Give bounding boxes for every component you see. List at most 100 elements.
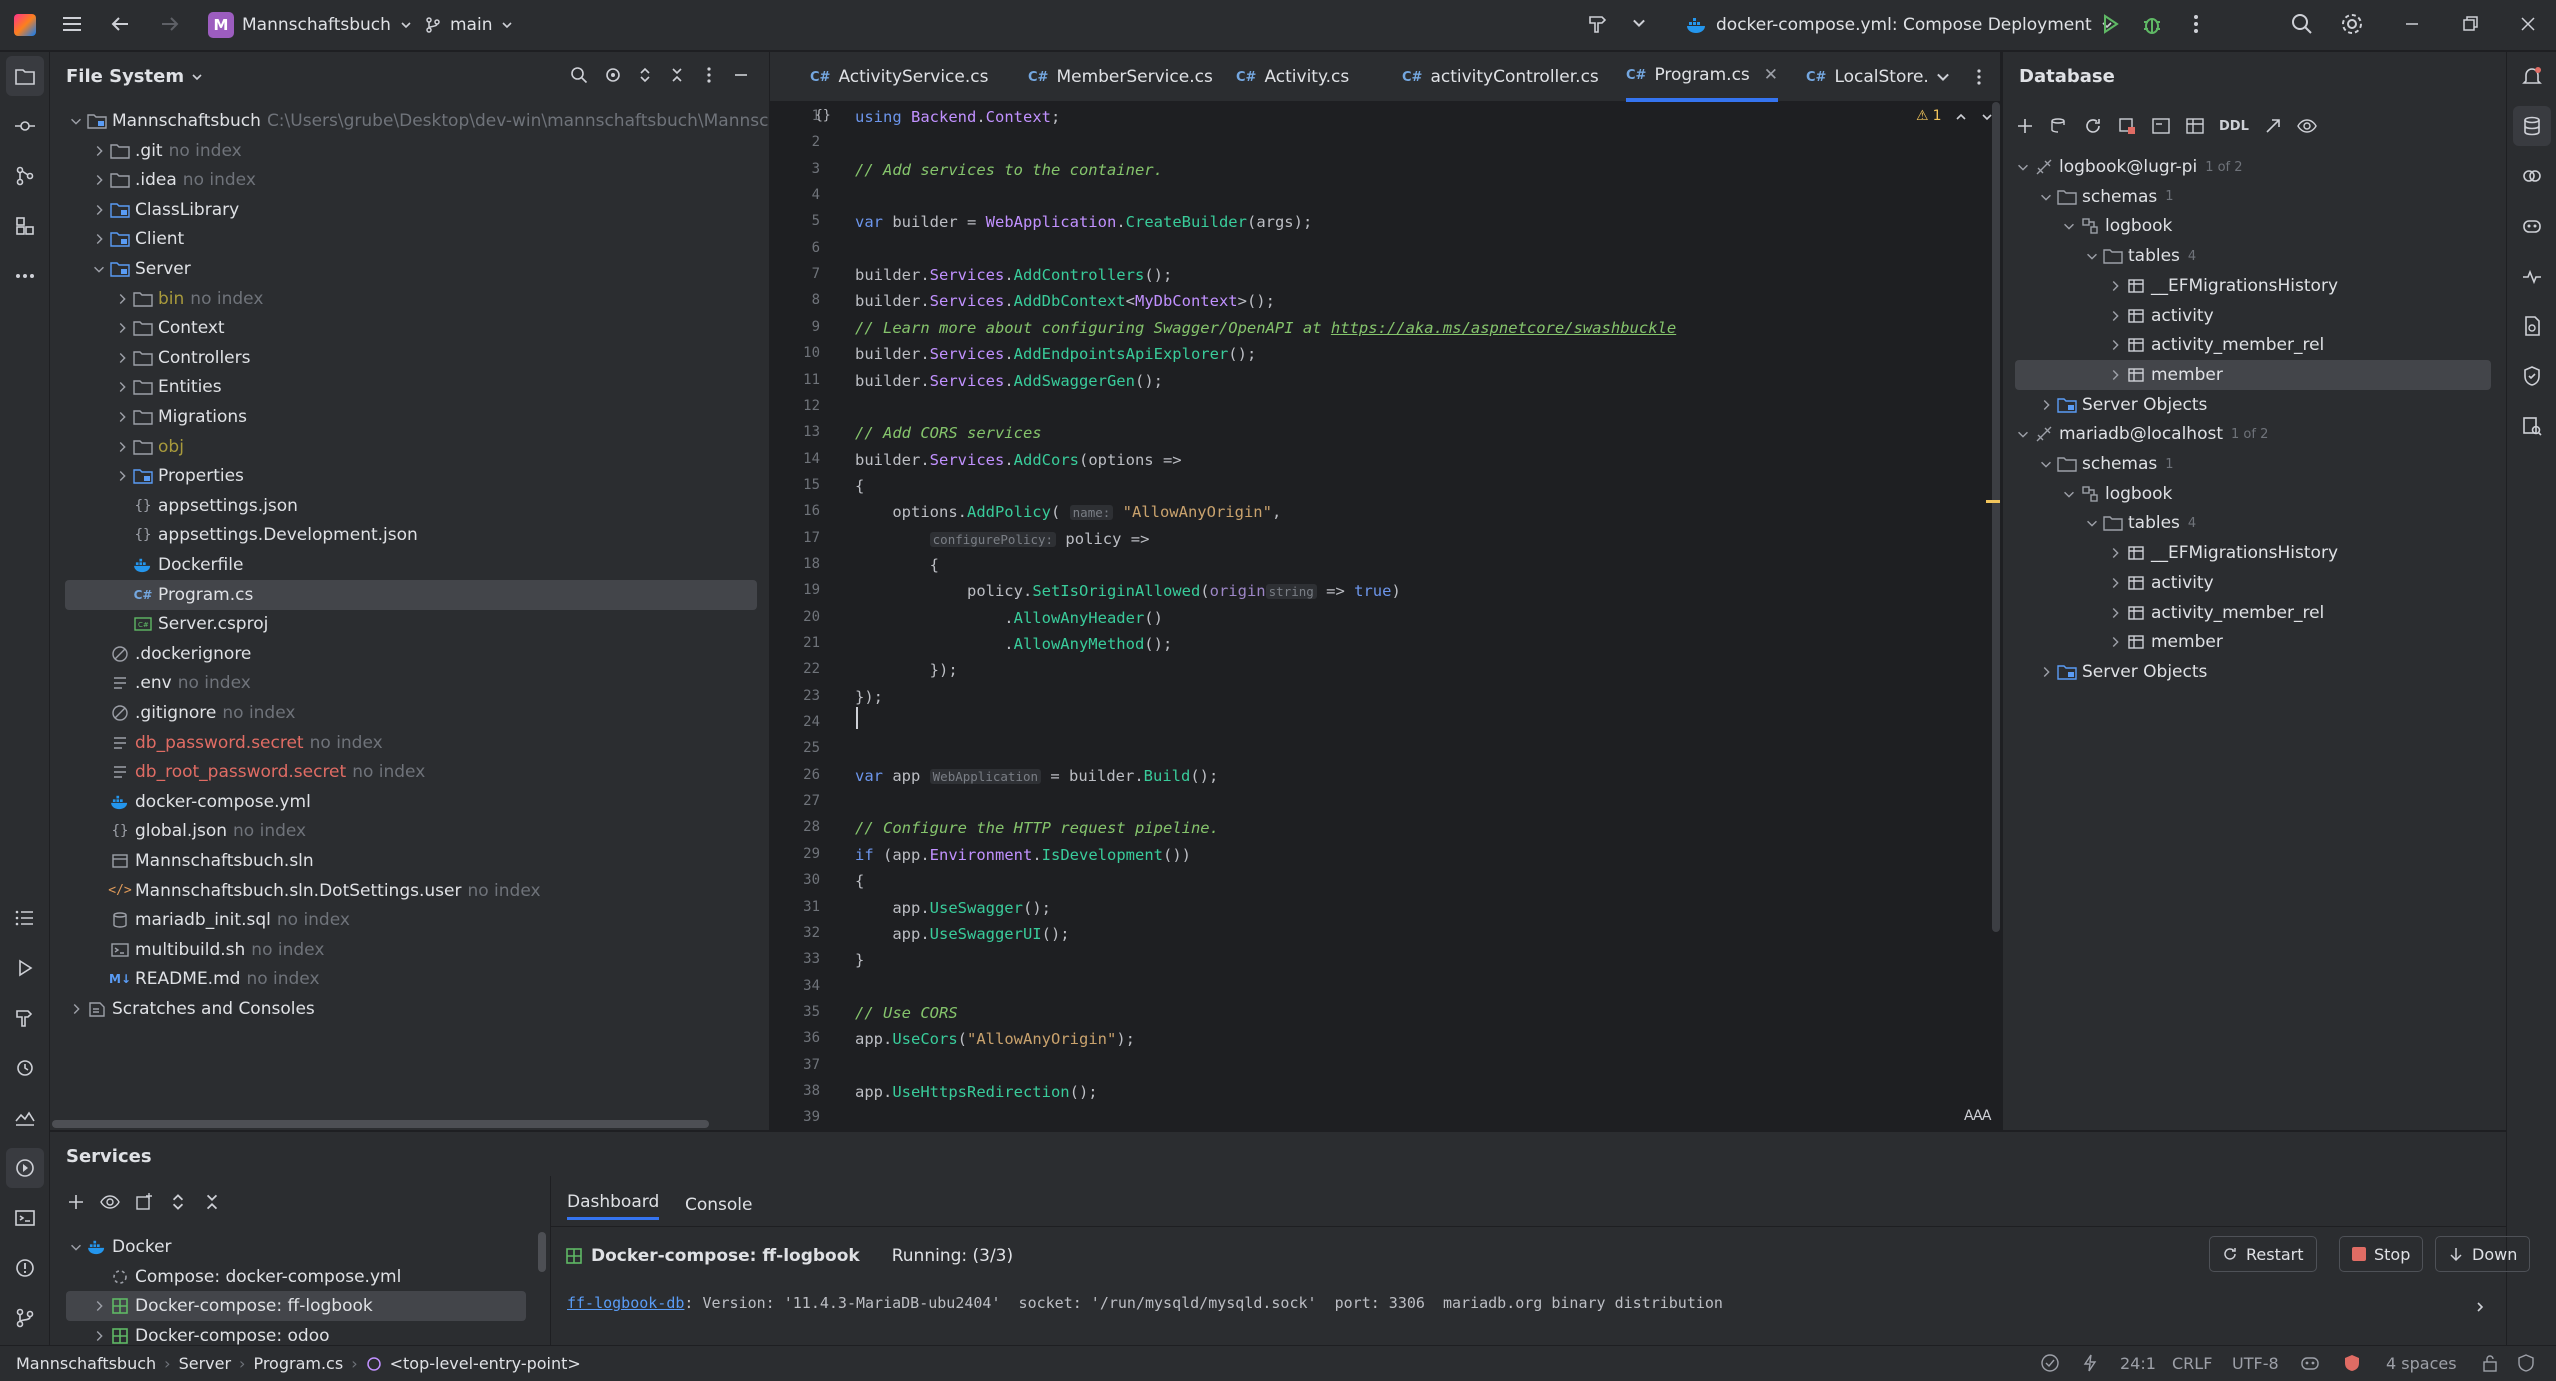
file-tree-row[interactable]: Entities [50, 372, 769, 402]
options-more-icon[interactable] [700, 66, 718, 84]
warning-indicator[interactable]: ⚠ 1 [1916, 108, 1941, 124]
chevron-right-icon[interactable] [112, 348, 132, 368]
chevron-right-icon[interactable] [89, 1326, 109, 1346]
service-tree-row[interactable]: Compose: docker-compose.yml [50, 1262, 540, 1292]
file-tree-row[interactable]: .git no index [50, 136, 769, 166]
file-tree-row[interactable]: {} appsettings.Development.json [50, 520, 769, 550]
search-icon[interactable] [570, 66, 588, 84]
copilot-icon[interactable] [2507, 206, 2556, 246]
ai-assistant-icon[interactable] [2507, 156, 2556, 196]
dependency-analyzer-icon[interactable] [2507, 406, 2556, 446]
chevron-right-icon[interactable] [112, 377, 132, 397]
inspection-ok-icon[interactable] [2040, 1353, 2060, 1373]
db-tree-row[interactable]: schemas 1 [2003, 182, 2507, 212]
disconnect-icon[interactable] [2117, 116, 2137, 136]
db-tree-row[interactable]: schemas 1 [2003, 449, 2507, 479]
chevron-down-icon[interactable] [2013, 424, 2033, 444]
hide-panel-icon[interactable] [732, 66, 750, 84]
chevron-right-icon[interactable] [2105, 543, 2125, 563]
chevron-right-icon[interactable] [112, 318, 132, 338]
warning-stripe-marker[interactable] [1986, 500, 2000, 503]
more-actions-icon[interactable] [2184, 12, 2208, 36]
chevron-right-icon[interactable] [2105, 276, 2125, 296]
chevron-down-icon[interactable] [66, 1237, 86, 1257]
chevron-right-icon[interactable] [89, 229, 109, 249]
db-tree-row[interactable]: __EFMigrationsHistory [2003, 538, 2507, 568]
structure-tool-icon[interactable] [0, 206, 49, 246]
security-warning-icon[interactable] [2342, 1353, 2362, 1373]
build-options-chevron-icon[interactable] [1630, 14, 1648, 32]
db-tree-row[interactable]: mariadb@localhost 1 of 2 [2003, 419, 2507, 449]
vertical-scrollbar[interactable] [1992, 102, 2000, 932]
file-tree-row[interactable]: Server [50, 254, 769, 284]
collapse-all-icon[interactable] [202, 1192, 222, 1212]
chevron-down-icon[interactable] [2036, 187, 2056, 207]
tab-options-more-icon[interactable] [1970, 68, 1988, 86]
line-ending[interactable]: CRLF [2172, 1354, 2212, 1373]
tab-program-cs[interactable]: C# Program.cs ✕ [1626, 52, 1779, 102]
tab-localstore-[interactable]: C# LocalStore. [1806, 52, 1929, 102]
monitoring-icon[interactable] [2507, 256, 2556, 296]
project-tool-icon[interactable] [6, 56, 44, 96]
collapse-all-icon[interactable] [668, 66, 686, 84]
file-tree-row[interactable]: Mannschaftsbuch.sln [50, 846, 769, 876]
file-tree-row[interactable]: Controllers [50, 343, 769, 373]
project-widget[interactable]: M Mannschaftsbuch [208, 10, 413, 40]
profiler-tool-icon[interactable] [0, 1098, 49, 1138]
reader-mode-icon[interactable]: AAA [1964, 1108, 1991, 1124]
db-tree-row[interactable]: logbook [2003, 479, 2507, 509]
view-options-eye-icon[interactable] [2297, 116, 2317, 136]
file-tree-row[interactable]: {} global.json no index [50, 816, 769, 846]
chevron-down-icon[interactable] [2059, 216, 2079, 236]
ide-logo-icon[interactable] [14, 14, 36, 36]
file-tree-row[interactable]: Properties [50, 461, 769, 491]
db-tree-row[interactable]: tables 4 [2003, 508, 2507, 538]
chevron-right-icon[interactable] [2105, 335, 2125, 355]
file-tree-row[interactable]: db_root_password.secret no index [50, 757, 769, 787]
service-tree-row[interactable]: Docker-compose: odoo [50, 1321, 540, 1347]
expand-log-chevron-icon[interactable] [2473, 1300, 2487, 1314]
chevron-right-icon[interactable] [112, 407, 132, 427]
chevron-down-icon[interactable] [2082, 246, 2102, 266]
db-tree-row[interactable]: __EFMigrationsHistory [2003, 271, 2507, 301]
restart-button[interactable]: Restart [2209, 1236, 2317, 1272]
search-icon[interactable] [2290, 12, 2314, 36]
git-tool-icon[interactable] [0, 1298, 49, 1338]
file-tree-row[interactable]: multibuild.sh no index [50, 935, 769, 965]
breadcrumb-item[interactable]: Program.cs [253, 1354, 343, 1373]
chevron-right-icon[interactable] [89, 141, 109, 161]
file-encoding[interactable]: UTF-8 [2232, 1354, 2279, 1373]
tab-activitycontroller-cs[interactable]: C# activityController.cs [1402, 52, 1599, 102]
expand-all-icon[interactable] [168, 1192, 188, 1212]
locate-file-icon[interactable] [604, 66, 622, 84]
chevron-right-icon[interactable] [2105, 365, 2125, 385]
horizontal-scrollbar[interactable] [52, 1120, 709, 1128]
tab-memberservice-cs[interactable]: C# MemberService.cs [1028, 52, 1213, 102]
file-tree-row[interactable]: C# Server.csproj [50, 609, 769, 639]
chevron-right-icon[interactable] [2036, 662, 2056, 682]
add-service-icon[interactable] [66, 1192, 86, 1212]
file-tree-row[interactable]: .gitignore no index [50, 698, 769, 728]
db-tree-row[interactable]: activity [2003, 301, 2507, 331]
database-tool-icon[interactable] [2513, 106, 2551, 146]
jump-to-source-icon[interactable] [2263, 116, 2283, 136]
file-tree-row[interactable]: bin no index [50, 284, 769, 314]
file-tree-row[interactable]: .idea no index [50, 165, 769, 195]
code-editor[interactable]: 1 using Backend.Context; 2 3// Add services… [770, 102, 2000, 1130]
chevron-down-icon[interactable] [2036, 454, 2056, 474]
notifications-bell-icon[interactable] [2507, 56, 2556, 96]
table-view-icon[interactable] [2185, 116, 2205, 136]
caret-position[interactable]: 24:1 [2120, 1354, 2156, 1373]
db-tree-row[interactable]: member [2015, 359, 2491, 390]
settings-gear-icon[interactable] [2340, 12, 2364, 36]
chevron-down-icon[interactable] [2013, 157, 2033, 177]
db-tree-row[interactable]: activity_member_rel [2003, 598, 2507, 628]
commit-tool-icon[interactable] [0, 106, 49, 146]
db-tree-row[interactable]: Server Objects [2003, 390, 2507, 420]
file-tree-row[interactable]: Mannschaftsbuch C:\Users\grube\Desktop\de… [50, 106, 769, 136]
file-tree-row[interactable]: Client [50, 224, 769, 254]
debug-bug-icon[interactable] [2140, 12, 2164, 36]
chevron-right-icon[interactable] [112, 466, 132, 486]
db-tree-row[interactable]: tables 4 [2003, 241, 2507, 271]
power-save-icon[interactable] [2080, 1353, 2100, 1373]
